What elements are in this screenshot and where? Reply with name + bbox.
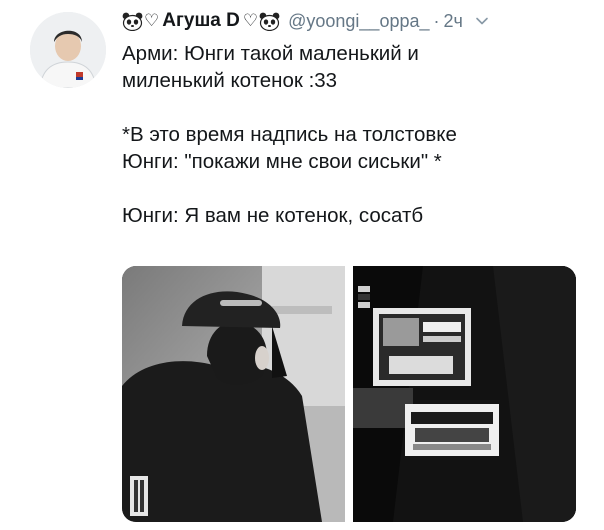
line-break: [122, 94, 592, 121]
tweet-line: Арми: Юнги такой маленький и: [122, 42, 419, 65]
tweet-header: ♡ Агуша D ♡ @yoongi__oppa_ · 2ч: [122, 8, 592, 34]
tweet-line: Юнги: Я вам не котенок, сосатб: [122, 204, 424, 227]
white-heart-icon: ♡: [242, 11, 259, 30]
media-image-right[interactable]: [353, 266, 576, 522]
user-handle[interactable]: @yoongi__oppa_: [288, 11, 429, 32]
chevron-down-icon[interactable]: [475, 14, 489, 28]
white-heart-icon: ♡: [144, 11, 160, 30]
display-name[interactable]: Агуша D: [162, 10, 240, 32]
media-image-left[interactable]: [122, 266, 345, 522]
timestamp[interactable]: 2ч: [444, 11, 463, 32]
tweet-line: Юнги: "покажи мне свои сиськи" *: [122, 150, 442, 173]
line-break: [122, 175, 592, 202]
tweet-line: миленький котенок :33: [122, 69, 338, 92]
avatar[interactable]: [30, 12, 106, 88]
tweet-media: [122, 266, 576, 522]
tweet-line: *В это время надпись на толстовке: [122, 123, 457, 146]
separator-dot: ·: [433, 10, 440, 31]
panda-emoji-icon: [122, 12, 143, 31]
tweet-text: Арми: Юнги такой маленький и миленький к…: [122, 40, 592, 229]
panda-emoji-icon: [259, 12, 280, 31]
